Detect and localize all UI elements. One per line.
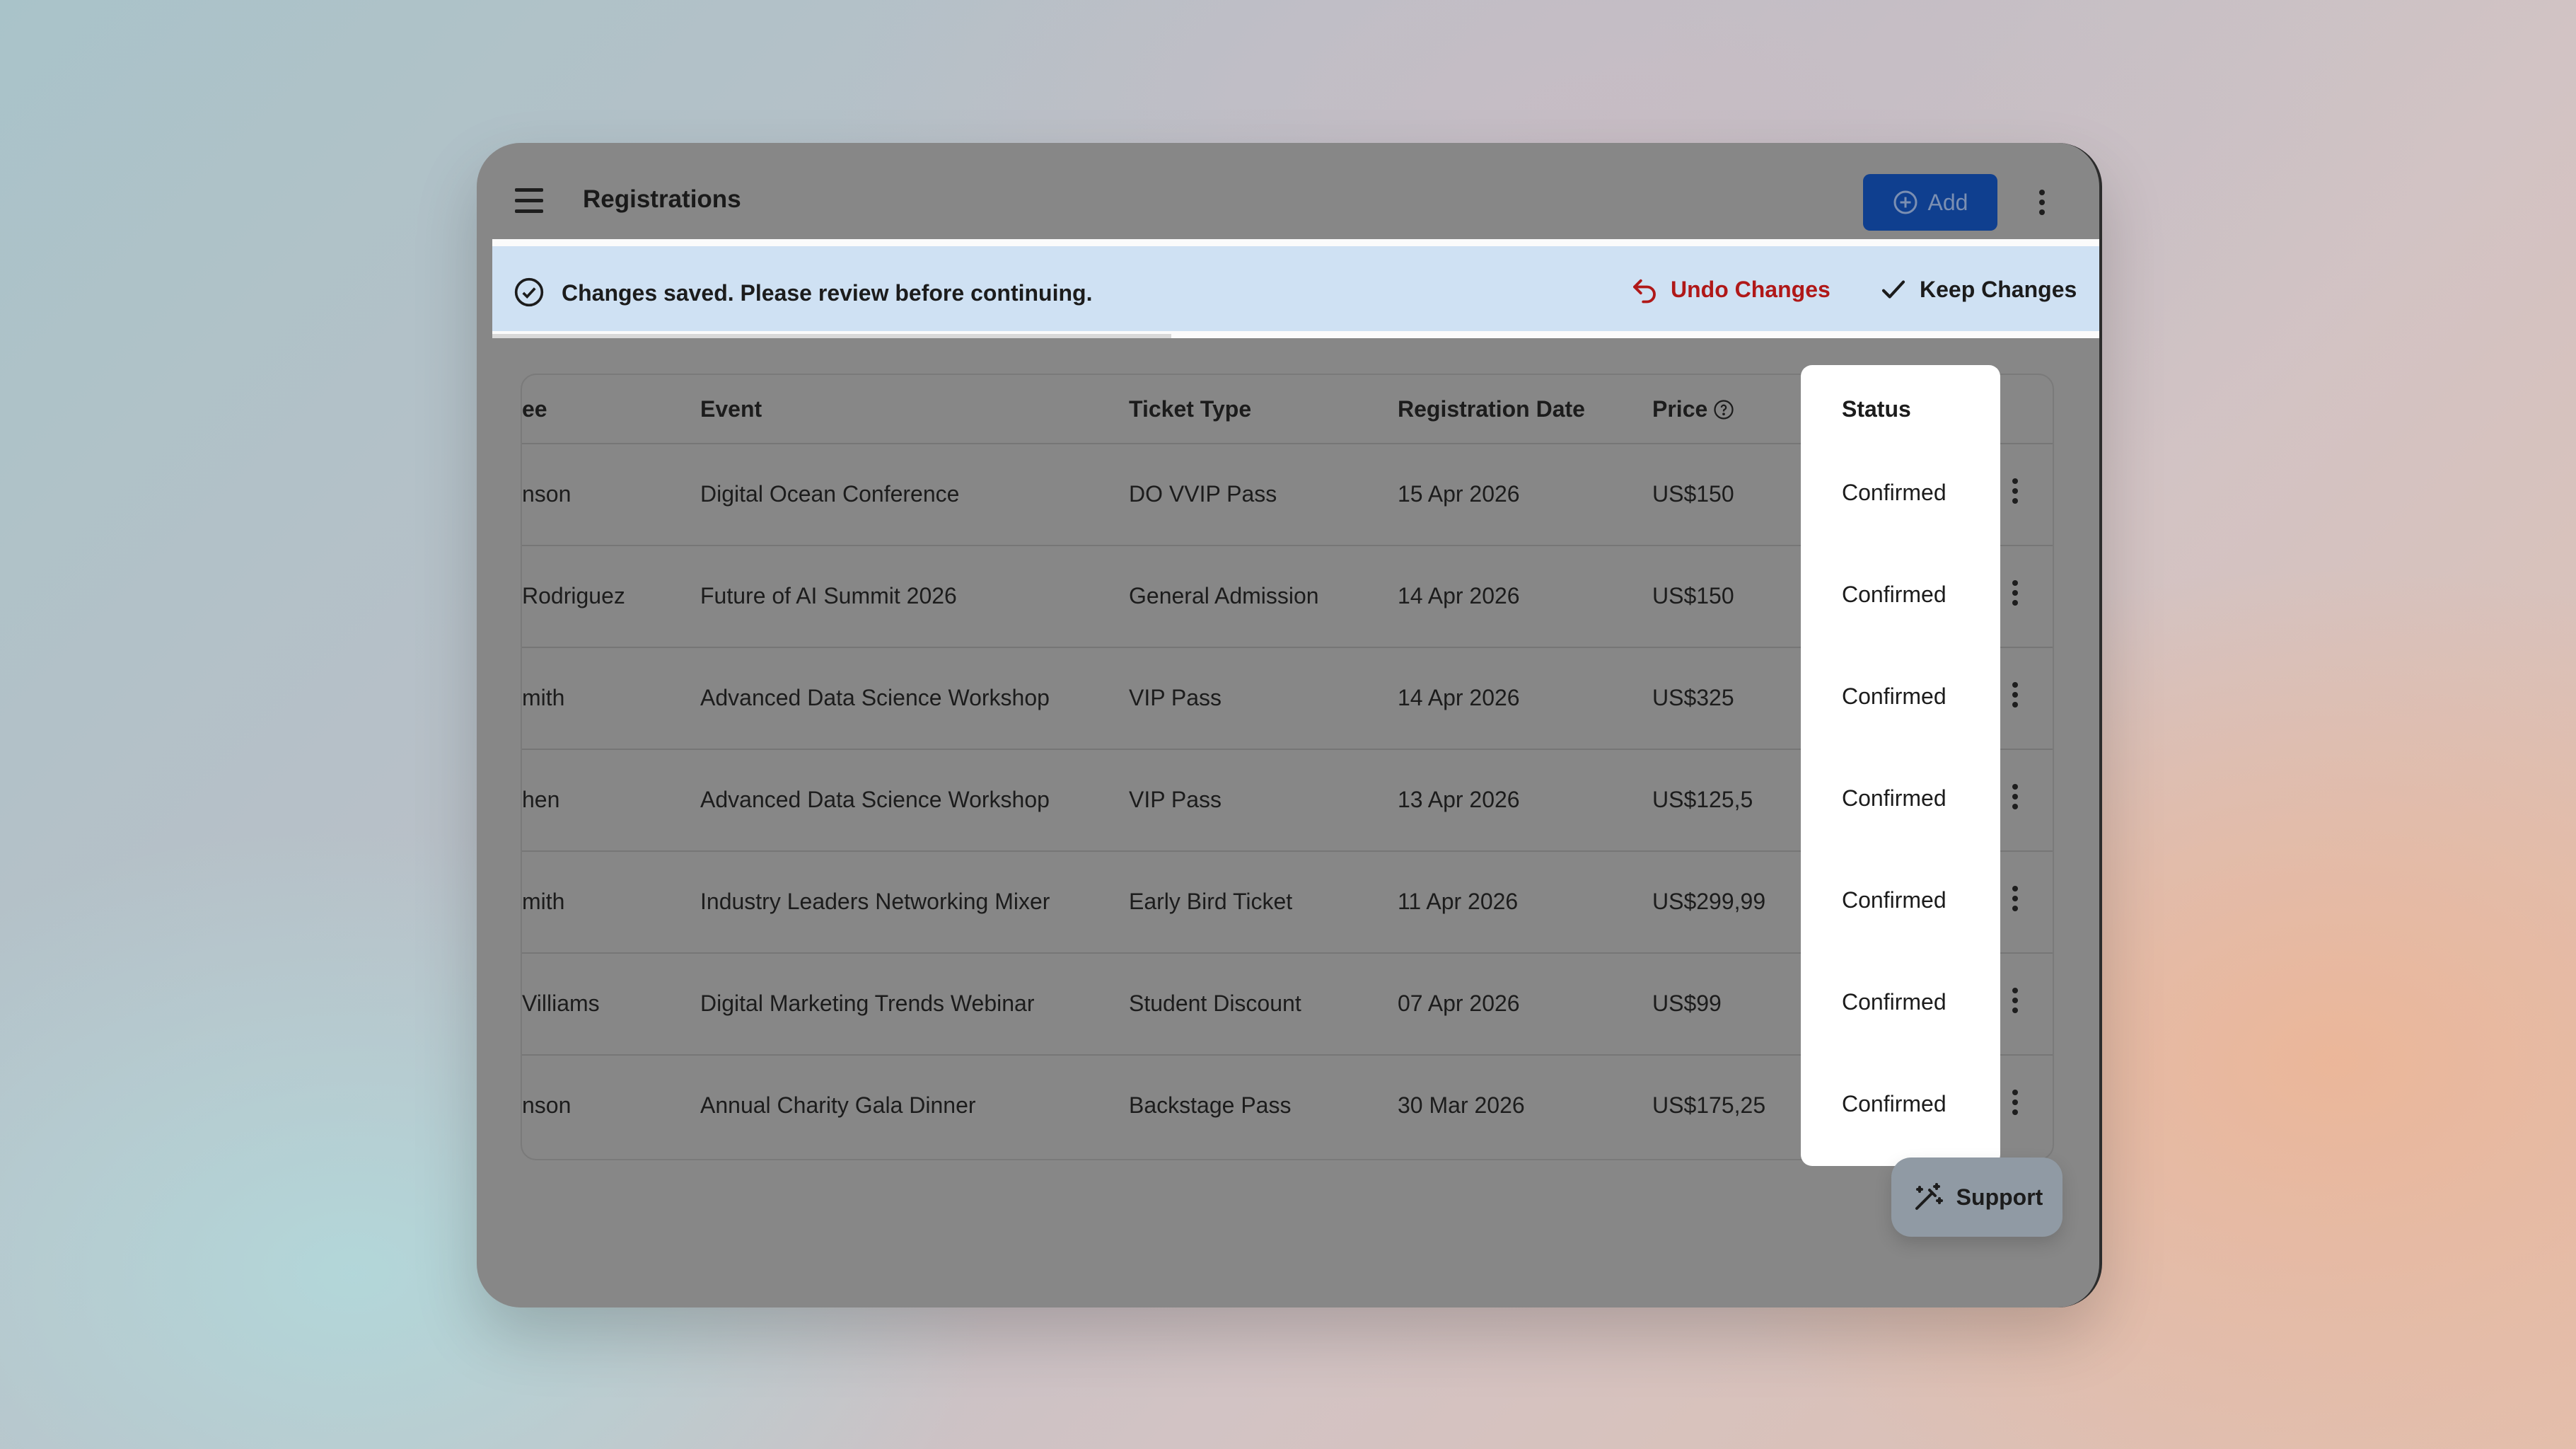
- cell-status: Confirmed: [1842, 1091, 1946, 1116]
- status-column-highlight: Status Confirmed Confirmed Confirmed Confir…: [1801, 365, 2000, 1166]
- column-header-status[interactable]: Status: [1842, 396, 1911, 422]
- cell-status: Confirmed: [1842, 989, 1946, 1015]
- cell-status: Confirmed: [1842, 480, 1946, 505]
- cell-status: Confirmed: [1842, 785, 1946, 811]
- undo-changes-label: Undo Changes: [1671, 276, 1831, 302]
- cell-ticket: Backstage Pass: [1129, 1092, 1292, 1118]
- cell-date: 11 Apr 2026: [1398, 889, 1519, 914]
- page-title: Registrations: [583, 185, 741, 213]
- cell-date: 15 Apr 2026: [1398, 481, 1520, 507]
- column-header-price[interactable]: Price: [1652, 396, 1734, 422]
- support-label: Support: [1956, 1184, 2043, 1210]
- cell-date: 30 Mar 2026: [1398, 1092, 1525, 1118]
- keep-changes-button[interactable]: Keep Changes: [1879, 275, 2077, 304]
- check-circle-icon: [514, 277, 544, 307]
- plus-circle-icon: [1893, 190, 1918, 214]
- cell-price: US$175,25: [1652, 1092, 1766, 1118]
- cell-date: 13 Apr 2026: [1398, 787, 1520, 812]
- cell-event: Advanced Data Science Workshop: [700, 787, 1050, 812]
- cell-ticket: General Admission: [1129, 583, 1319, 608]
- top-bar: Registrations Add: [477, 143, 2099, 239]
- cell-ticket: Student Discount: [1129, 991, 1301, 1016]
- cell-price: US$125,5: [1652, 787, 1753, 812]
- banner-message: Changes saved. Please review before cont…: [562, 280, 1093, 306]
- add-button[interactable]: Add: [1863, 174, 1997, 231]
- cell-event: Industry Leaders Networking Mixer: [700, 889, 1050, 914]
- cell-attendee: nson: [522, 481, 572, 507]
- cell-attendee: mith: [522, 685, 565, 710]
- app-window: Registrations Add Changes saved. Please …: [477, 143, 2102, 1307]
- cell-event: Digital Ocean Conference: [700, 481, 960, 507]
- undo-icon: [1633, 279, 1656, 304]
- cell-event: Advanced Data Science Workshop: [700, 685, 1050, 710]
- cell-status: Confirmed: [1842, 683, 1946, 709]
- row-more-vertical-icon[interactable]: [2012, 682, 2019, 708]
- row-more-vertical-icon[interactable]: [2012, 580, 2019, 606]
- help-circle-icon[interactable]: [1713, 399, 1734, 420]
- cell-status: Confirmed: [1842, 582, 1946, 607]
- cell-price: US$150: [1652, 583, 1734, 608]
- cell-event: Digital Marketing Trends Webinar: [700, 991, 1035, 1016]
- magic-wand-icon: [1915, 1183, 1943, 1210]
- cell-event: Future of AI Summit 2026: [700, 583, 957, 608]
- cell-attendee: Rodriguez: [522, 583, 625, 608]
- cell-price: US$150: [1652, 481, 1734, 507]
- column-header-attendee[interactable]: ee: [522, 396, 547, 422]
- cell-ticket: Early Bird Ticket: [1129, 889, 1293, 914]
- cell-ticket: DO VVIP Pass: [1129, 481, 1277, 507]
- row-more-vertical-icon[interactable]: [2012, 478, 2019, 504]
- more-vertical-icon[interactable]: [2038, 190, 2046, 215]
- menu-icon[interactable]: [515, 188, 543, 214]
- cell-date: 14 Apr 2026: [1398, 685, 1520, 710]
- cell-price: US$299,99: [1652, 889, 1766, 914]
- row-more-vertical-icon[interactable]: [2012, 784, 2019, 809]
- column-header-event[interactable]: Event: [700, 396, 762, 422]
- banner-progress-track: [492, 334, 1171, 338]
- cell-price: US$99: [1652, 991, 1722, 1016]
- row-more-vertical-icon[interactable]: [2012, 1090, 2019, 1115]
- cell-date: 14 Apr 2026: [1398, 583, 1520, 608]
- cell-attendee: hen: [522, 787, 560, 812]
- changes-saved-banner: Changes saved. Please review before cont…: [492, 239, 2099, 338]
- cell-status: Confirmed: [1842, 887, 1946, 913]
- keep-changes-label: Keep Changes: [1920, 276, 2077, 302]
- check-icon: [1881, 280, 1905, 299]
- cell-attendee: nson: [522, 1092, 572, 1118]
- cell-event: Annual Charity Gala Dinner: [700, 1092, 976, 1118]
- cell-attendee: Villiams: [522, 991, 600, 1016]
- row-more-vertical-icon[interactable]: [2012, 988, 2019, 1013]
- column-header-price-label: Price: [1652, 396, 1708, 422]
- add-button-label: Add: [1927, 189, 1968, 215]
- cell-ticket: VIP Pass: [1129, 685, 1222, 710]
- support-button[interactable]: Support: [1891, 1158, 2062, 1237]
- cell-attendee: mith: [522, 889, 565, 914]
- column-header-registration-date[interactable]: Registration Date: [1398, 396, 1585, 422]
- cell-ticket: VIP Pass: [1129, 787, 1222, 812]
- cell-price: US$325: [1652, 685, 1734, 710]
- cell-date: 07 Apr 2026: [1398, 991, 1520, 1016]
- undo-changes-button[interactable]: Undo Changes: [1630, 275, 1831, 304]
- column-header-ticket-type[interactable]: Ticket Type: [1129, 396, 1251, 422]
- row-more-vertical-icon[interactable]: [2012, 886, 2019, 911]
